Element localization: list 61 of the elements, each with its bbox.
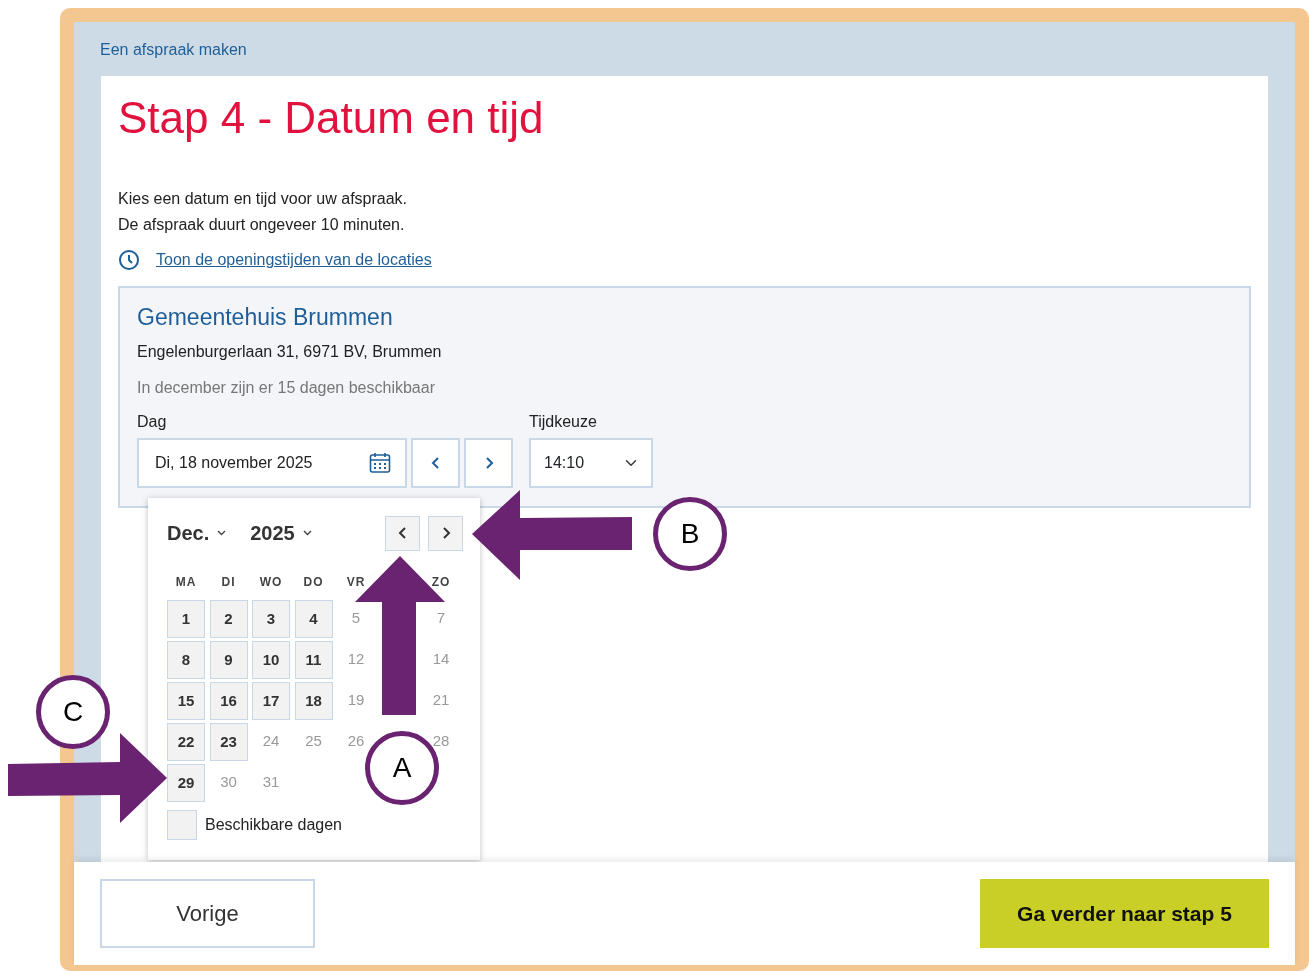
weekday-label: DO <box>302 574 325 591</box>
calendar-day[interactable]: 4 <box>294 600 333 638</box>
location-name: Gemeentehuis Brummen <box>137 304 394 332</box>
calendar-day: 7 <box>422 600 460 638</box>
chevron-left-icon <box>430 456 441 470</box>
intro-text: Kies een datum en tijd voor uw afspraak. De afspraak duurt ongeveer 10 minuten. <box>118 189 409 236</box>
calendar-day: 30 <box>209 764 248 802</box>
calendar-day[interactable]: 2 <box>209 600 248 638</box>
clock-icon <box>118 249 140 272</box>
legend-text: Beschikbare dagen <box>205 815 342 835</box>
callout-marker: C <box>36 675 110 749</box>
calendar-day[interactable]: 16 <box>209 682 248 720</box>
calendar-day: 21 <box>422 682 460 720</box>
year-dropdown[interactable]: 2025 <box>250 518 312 549</box>
calendar-day: 14 <box>422 641 460 679</box>
time-label: Tijdkeuze <box>529 412 598 432</box>
calendar-day: 24 <box>252 723 290 761</box>
breadcrumb-title: Een afspraak maken <box>99 40 248 60</box>
calendar-day[interactable]: 18 <box>294 682 333 720</box>
calendar-day[interactable]: 9 <box>209 641 248 679</box>
calendar-day[interactable]: 22 <box>167 723 205 761</box>
calendar-day[interactable]: 1 <box>167 600 205 638</box>
next-month-button[interactable] <box>428 516 463 551</box>
calendar-day: 5 <box>337 600 375 638</box>
time-select[interactable]: 14:10 <box>529 438 653 488</box>
weekday-label: DI <box>220 574 237 591</box>
chevron-right-icon <box>483 456 494 470</box>
day-label: Dag <box>137 412 168 432</box>
calendar-day: 31 <box>252 764 290 802</box>
page-title: Stap 4 - Datum en tijd <box>118 94 545 143</box>
back-button[interactable]: Vorige <box>100 879 315 948</box>
calendar-day[interactable]: 3 <box>252 600 290 638</box>
weekday-label: VR <box>345 574 367 591</box>
chevron-right-icon <box>440 526 451 541</box>
calendar-icon <box>369 452 391 474</box>
calendar-day[interactable]: 10 <box>252 641 290 679</box>
opening-hours-link[interactable]: Toon de openingstijden van de locaties <box>156 248 432 273</box>
calendar-day: 19 <box>337 682 375 720</box>
calendar-day[interactable]: 15 <box>167 682 205 720</box>
calendar-day: 28 <box>422 723 460 761</box>
calendar-day[interactable]: 29 <box>167 764 205 802</box>
date-field[interactable]: Di, 18 november 2025 <box>137 438 407 488</box>
calendar-day[interactable]: 11 <box>294 641 333 679</box>
calendar-day[interactable]: 23 <box>209 723 248 761</box>
continue-button[interactable]: Ga verder naar stap 5 <box>980 879 1269 948</box>
caret-icon <box>302 530 312 537</box>
caret-icon <box>217 530 227 537</box>
calendar-day[interactable]: 8 <box>167 641 205 679</box>
weekday-label: ZO <box>430 574 452 591</box>
location-address: Engelenburgerlaan 31, 6971 BV, Brummen <box>137 342 443 362</box>
calendar-day: 25 <box>294 723 333 761</box>
month-dropdown[interactable]: Dec. <box>167 518 227 549</box>
weekday-label: WO <box>258 574 284 591</box>
chevron-left-icon <box>397 526 408 541</box>
previous-month-button[interactable] <box>385 516 420 551</box>
calendar-day[interactable]: 17 <box>252 682 290 720</box>
calendar-day: 12 <box>337 641 375 679</box>
calendar-day: 26 <box>337 723 375 761</box>
availability-text: In december zijn er 15 dagen beschikbaar <box>137 378 436 398</box>
legend-swatch <box>167 810 197 840</box>
weekday-label: MA <box>174 574 198 591</box>
